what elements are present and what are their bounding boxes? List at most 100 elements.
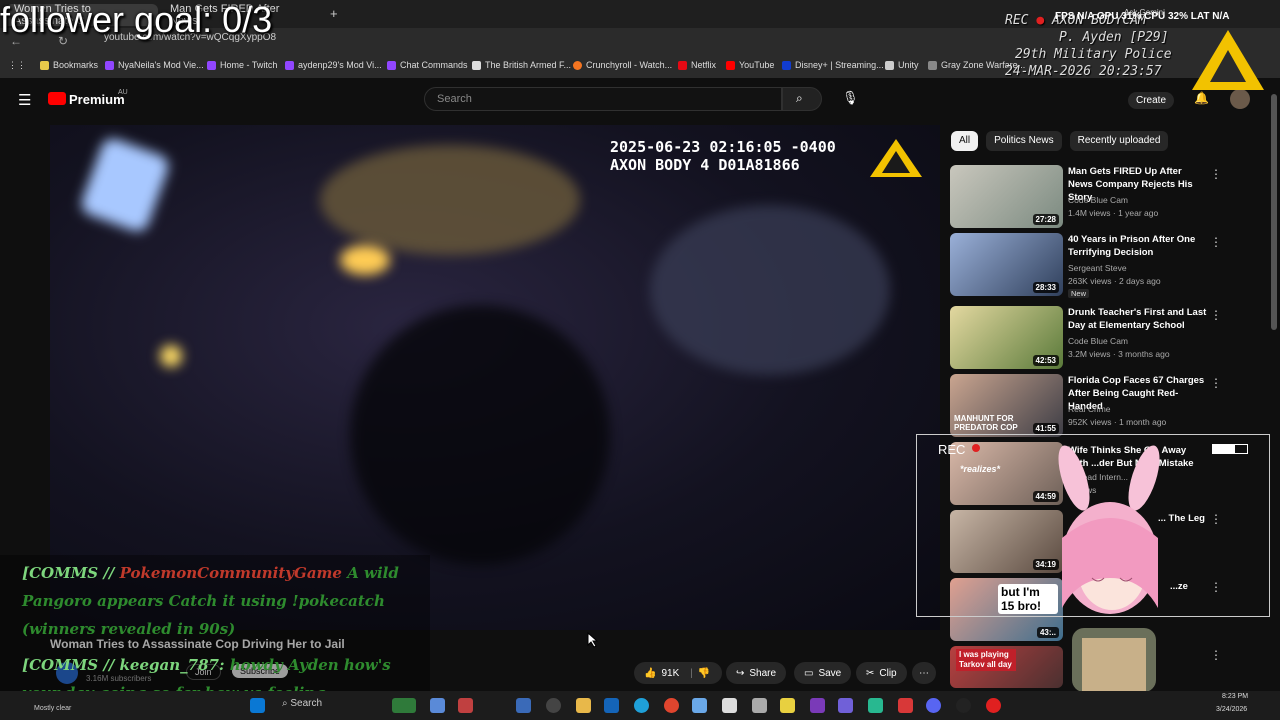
youtube-icon (726, 60, 735, 70)
thumbs-down-icon[interactable]: 👎 (698, 668, 710, 679)
folder-icon[interactable] (576, 698, 591, 713)
taskbar-app-icon[interactable] (986, 698, 1001, 713)
chip-recently-uploaded[interactable]: Recently uploaded (1069, 131, 1169, 151)
rec-dot-icon: ● (1036, 13, 1045, 28)
bell-icon[interactable]: 🔔 (1194, 91, 1209, 105)
bookmark-label: aydenp29's Mod Vi... (298, 60, 382, 70)
taskbar-app-icon[interactable] (722, 698, 737, 713)
save-button[interactable]: ▭ Save (794, 662, 852, 684)
recommended-video[interactable]: 28:33 40 Years in Prison After One Terri… (950, 233, 1262, 298)
bookmark-item[interactable]: Chat Commands (387, 60, 468, 70)
avatar[interactable] (1230, 89, 1250, 109)
follower-goal: follower goal: 0/3 (0, 0, 273, 40)
bookmark-label: YouTube (739, 60, 775, 70)
taskbar-app-icon[interactable] (516, 698, 531, 713)
chip-politics-news[interactable]: Politics News (986, 131, 1062, 151)
taskbar-app-icon[interactable] (692, 698, 707, 713)
video-title[interactable]: 40 Years in Prison After One Terrifying … (1068, 233, 1208, 259)
taskbar-app-icon[interactable] (956, 698, 971, 713)
recommended-video[interactable]: 27:28 Man Gets FIRED Up After News Compa… (950, 165, 1262, 229)
ask-gemini-button[interactable]: Ask Gemini (1124, 8, 1165, 17)
recommended-video[interactable]: MANHUNT FOR PREDATOR COP 41:55 Florida C… (950, 374, 1262, 438)
taskbar-app-icon[interactable] (780, 698, 795, 713)
chrome-icon[interactable] (664, 698, 679, 713)
more-icon: ⋯ (919, 667, 929, 679)
cam-rec-label: REC (938, 442, 966, 457)
more-options-icon[interactable]: ⋮ (1210, 648, 1222, 662)
thumbs-up-icon[interactable]: 👍 (644, 668, 656, 679)
channel-name[interactable]: Sergeant Steve (1068, 263, 1127, 273)
video-title[interactable]: Drunk Teacher's First and Last Day at El… (1068, 306, 1208, 332)
more-options-icon[interactable]: ⋮ (1210, 167, 1222, 181)
video-thumbnail[interactable]: 27:28 (950, 165, 1063, 228)
taskbar-app-icon[interactable] (868, 698, 883, 713)
clip-label: Clip (879, 667, 897, 679)
clip-button[interactable]: ✂ Clip (856, 662, 907, 684)
taskbar-app-icon[interactable] (810, 698, 825, 713)
create-button[interactable]: Create (1128, 92, 1175, 109)
youtube-logo-icon[interactable] (48, 92, 66, 105)
windows-start-icon[interactable] (250, 698, 265, 713)
more-actions-button[interactable]: ⋯ (912, 662, 936, 684)
bookmark-item[interactable]: Bookmarks (40, 60, 98, 70)
like-dislike-group: 👍 91K | 👎 (634, 662, 722, 684)
channel-name[interactable]: Real Crime (1068, 404, 1111, 414)
twitch-icon (387, 60, 396, 70)
outlook-icon[interactable] (604, 698, 619, 713)
taskbar-app-icon[interactable] (898, 698, 913, 713)
premium-logo-text[interactable]: Premium (69, 92, 125, 107)
discord-icon[interactable] (926, 698, 941, 713)
more-options-icon[interactable]: ⋮ (1210, 308, 1222, 322)
scrollbar-thumb[interactable] (1271, 94, 1277, 330)
more-options-icon[interactable]: ⋮ (1210, 235, 1222, 249)
video-light-blob (78, 135, 172, 235)
clock-time[interactable]: 8:23 PM (1222, 693, 1248, 700)
channel-name[interactable]: Code Blue Cam (1068, 195, 1128, 205)
weather-label: Mostly clear (34, 705, 72, 712)
edge-icon[interactable] (634, 698, 649, 713)
bookmark-item[interactable]: aydenp29's Mod Vi... (285, 60, 382, 70)
taskbar-app-icon[interactable] (458, 698, 473, 713)
like-count[interactable]: 91K (661, 668, 679, 679)
rec-dot-icon (972, 444, 980, 452)
menu-icon[interactable]: ☰ (18, 91, 31, 109)
bookmark-item[interactable]: Disney+ | Streaming... (782, 60, 884, 70)
officer-name: P. Ayden [P29] (1059, 30, 1169, 45)
taskbar-app-icon[interactable] (392, 698, 416, 713)
chip-all[interactable]: All (951, 131, 979, 151)
more-options-icon[interactable]: ⋮ (1210, 376, 1222, 390)
game-icon (928, 60, 937, 70)
mic-icon[interactable]: 🎙 (842, 90, 859, 106)
apps-icon[interactable]: ⋮⋮ (8, 60, 26, 71)
taskbar-app-icon[interactable] (838, 698, 853, 713)
search-button[interactable]: ⌕ (782, 87, 822, 111)
save-label: Save (818, 667, 842, 679)
taskbar-app-icon[interactable] (752, 698, 767, 713)
video-light-blob (160, 345, 182, 367)
video-thumbnail[interactable]: 28:33 (950, 233, 1063, 296)
bookmark-label: Home - Twitch (220, 60, 278, 70)
video-thumbnail[interactable]: MANHUNT FOR PREDATOR COP 41:55 (950, 374, 1063, 437)
bookmark-item[interactable]: Crunchyroll - Watch... (573, 60, 672, 70)
bookmark-item[interactable]: Home - Twitch (207, 60, 277, 70)
bookmark-item[interactable]: YouTube (726, 60, 774, 70)
search-input[interactable]: Search (424, 87, 782, 111)
recommended-video[interactable]: 42:53 Drunk Teacher's First and Last Day… (950, 306, 1262, 370)
axon-logo-icon (870, 139, 922, 177)
bodycam-hud: REC ● AXON BODYCAM P. Ayden [P29] 29th M… (1005, 12, 1172, 80)
page-icon (472, 60, 481, 70)
bookmark-item[interactable]: Unity (885, 60, 919, 70)
new-tab-button[interactable]: + (330, 6, 338, 21)
taskbar-app-icon[interactable] (430, 698, 445, 713)
bookmark-icon: ▭ (804, 667, 814, 679)
clock-date[interactable]: 3/24/2026 (1216, 706, 1247, 713)
share-button[interactable]: ↪ Share (726, 662, 787, 684)
channel-name[interactable]: Code Blue Cam (1068, 336, 1128, 346)
video-glare-blob (340, 245, 390, 275)
obs-icon[interactable] (546, 698, 561, 713)
bookmark-item[interactable]: NyaNeila's Mod Vie... (105, 60, 204, 70)
video-thumbnail[interactable]: 42:53 (950, 306, 1063, 369)
bookmark-item[interactable]: The British Armed F... (472, 60, 571, 70)
bookmark-item[interactable]: Netflix (678, 60, 716, 70)
taskbar-search[interactable]: ⌕ Search (282, 698, 322, 709)
